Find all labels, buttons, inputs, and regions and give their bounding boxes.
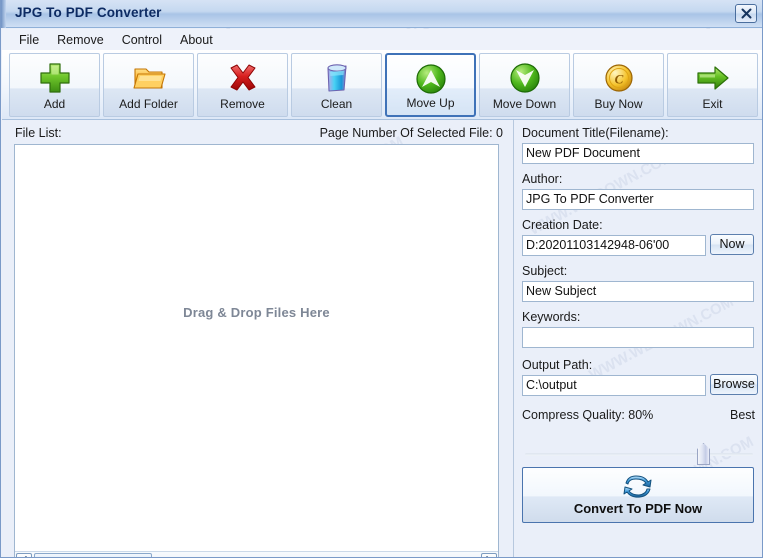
toolbar-button-label: Move Up <box>406 96 455 110</box>
author-input[interactable]: JPG To PDF Converter <box>522 189 754 210</box>
scroll-thumb[interactable] <box>34 553 152 557</box>
subject-label: Subject: <box>522 264 568 278</box>
orange-folder-icon <box>104 60 193 96</box>
toolbar-button-label: Buy Now <box>594 97 643 111</box>
browse-button[interactable]: Browse <box>710 374 758 395</box>
scroll-right-arrow-icon[interactable] <box>481 553 497 557</box>
application-window: WWW.WEIDOWN.COM WWW.WEIDOWN.COM WWW.WEID… <box>0 0 763 558</box>
toolbar-button-buy-now[interactable]: C Buy Now <box>573 53 664 117</box>
toolbar-button-label: Clean <box>320 97 353 111</box>
toolbar-button-label: Add Folder <box>119 97 178 111</box>
quality-best-label: Best <box>729 408 755 422</box>
menu-bar: File Remove Control About <box>2 29 762 50</box>
toolbar-button-clean[interactable]: Clean <box>291 53 382 117</box>
properties-pane: Document Title(Filename): New PDF Docume… <box>513 120 762 557</box>
toolbar-button-exit[interactable]: Exit <box>667 53 758 117</box>
document-title-input[interactable]: New PDF Document <box>522 143 754 164</box>
svg-text:C: C <box>614 72 623 87</box>
toolbar-button-move-up[interactable]: Move Up <box>385 53 476 117</box>
toolbar-button-move-down[interactable]: Move Down <box>479 53 570 117</box>
toolbar-button-add[interactable]: Add <box>9 53 100 117</box>
slider-track <box>525 453 753 456</box>
red-x-icon <box>198 60 287 96</box>
toolbar: Add Add Folder Remove Clean Move Up Move… <box>2 50 762 120</box>
output-path-input[interactable]: C:\output <box>522 375 706 396</box>
scroll-left-arrow-icon[interactable] <box>16 553 32 557</box>
green-up-arrow-icon <box>387 61 474 97</box>
toolbar-button-label: Exit <box>702 97 723 111</box>
creation-date-input[interactable]: D:20201103142948-06'00 <box>522 235 706 256</box>
keywords-input[interactable] <box>522 327 754 348</box>
drag-drop-hint: Drag & Drop Files Here <box>183 305 330 320</box>
green-plus-icon <box>10 60 99 96</box>
toolbar-button-remove[interactable]: Remove <box>197 53 288 117</box>
close-icon <box>741 8 752 19</box>
compress-quality-label: Compress Quality: 80% <box>522 408 654 422</box>
slider-thumb[interactable] <box>697 443 710 465</box>
file-list-box[interactable]: Drag & Drop Files Here <box>14 144 499 557</box>
menu-item-remove[interactable]: Remove <box>48 31 113 49</box>
menu-item-file[interactable]: File <box>10 31 48 49</box>
pdf-convert-icon <box>523 472 753 502</box>
creation-date-label: Creation Date: <box>522 218 603 232</box>
file-list-pane: File List: Page Number Of Selected File:… <box>1 120 513 557</box>
author-label: Author: <box>522 172 563 186</box>
menu-item-about[interactable]: About <box>171 31 222 49</box>
file-list-label: File List: <box>15 126 62 140</box>
window-title: JPG To PDF Converter <box>15 5 162 20</box>
file-list-horizontal-scrollbar[interactable] <box>15 551 498 557</box>
toolbar-button-add-folder[interactable]: Add Folder <box>103 53 194 117</box>
blue-bucket-icon <box>292 60 381 96</box>
toolbar-button-label: Add <box>43 97 66 111</box>
now-button[interactable]: Now <box>710 234 754 255</box>
toolbar-button-label: Remove <box>220 97 265 111</box>
keywords-label: Keywords: <box>522 310 581 324</box>
output-path-label: Output Path: <box>522 358 593 372</box>
green-right-arrow-icon <box>668 60 757 96</box>
title-bar[interactable]: JPG To PDF Converter <box>1 0 762 28</box>
page-number-label: Page Number Of Selected File: 0 <box>319 126 503 140</box>
menu-item-control[interactable]: Control <box>113 31 171 49</box>
convert-button-label: Convert To PDF Now <box>573 501 703 516</box>
toolbar-button-label: Move Down <box>492 97 557 111</box>
subject-input[interactable]: New Subject <box>522 281 754 302</box>
document-title-label: Document Title(Filename): <box>522 126 669 140</box>
title-bar-edge <box>1 0 6 28</box>
close-button[interactable] <box>735 4 757 23</box>
gold-coin-icon: C <box>574 60 663 96</box>
green-down-arrow-icon <box>480 60 569 96</box>
compress-quality-slider[interactable] <box>525 443 753 465</box>
convert-to-pdf-button[interactable]: Convert To PDF Now <box>522 467 754 523</box>
